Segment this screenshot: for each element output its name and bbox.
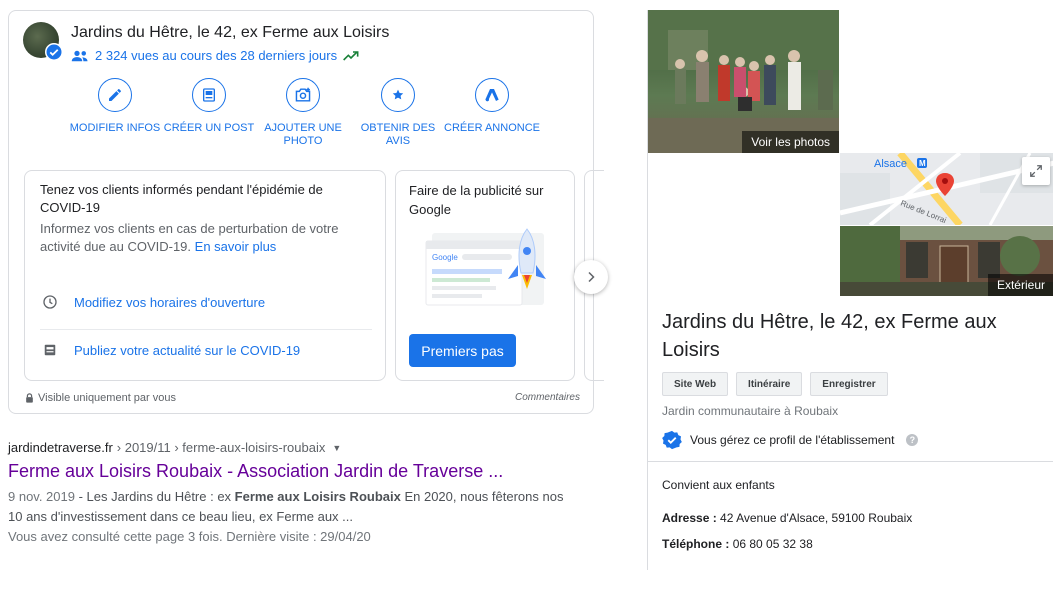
help-icon[interactable]: ? bbox=[906, 434, 919, 446]
address-label: Adresse : bbox=[662, 511, 717, 525]
rocket-illustration: Google bbox=[425, 228, 546, 306]
business-category: Jardin communautaire à Roubaix bbox=[662, 404, 839, 418]
business-profile-card: Jardins du Hêtre, le 42, ex Ferme aux Lo… bbox=[8, 10, 608, 414]
verified-badge-icon bbox=[45, 43, 63, 61]
covid-description-text: Informez vos clients en cas de perturbat… bbox=[40, 221, 339, 254]
edit-info-button[interactable]: MODIFIER INFOS bbox=[65, 78, 165, 135]
visibility-note: Visible uniquement par vous bbox=[25, 392, 176, 404]
snippet-highlight: Ferme aux Loisirs Roubaix bbox=[234, 489, 401, 504]
svg-text:M: M bbox=[919, 159, 926, 168]
create-ad-button[interactable]: CRÉER ANNONCE bbox=[442, 78, 542, 135]
main-photo[interactable]: Voir les photos bbox=[648, 10, 839, 153]
divider bbox=[40, 329, 372, 330]
get-started-button[interactable]: Premiers pas bbox=[409, 334, 516, 367]
chevron-right-icon bbox=[588, 271, 595, 283]
google-ads-icon bbox=[475, 78, 509, 112]
address-line: Adresse : 42 Avenue d'Alsace, 59100 Roub… bbox=[662, 511, 912, 525]
snippet-part: - Les Jardins du Hêtre : ex bbox=[74, 489, 235, 504]
covid-card-description: Informez vos clients en cas de perturbat… bbox=[40, 220, 350, 256]
business-name: Jardins du Hêtre, le 42, ex Ferme aux Lo… bbox=[71, 24, 390, 41]
expand-icon bbox=[1030, 165, 1042, 177]
visited-note: Vous avez consulté cette page 3 fois. De… bbox=[8, 529, 371, 544]
divider bbox=[648, 461, 1053, 462]
edit-icon bbox=[98, 78, 132, 112]
see-photos-label: Voir les photos bbox=[742, 131, 839, 153]
manage-profile-note: Vous gérez ce profil de l'établissement … bbox=[662, 430, 919, 450]
result-snippet: 9 nov. 2019 - Les Jardins du Hêtre : ex … bbox=[8, 487, 568, 527]
post-icon bbox=[40, 340, 60, 360]
result-title-link[interactable]: Ferme aux Loisirs Roubaix - Association … bbox=[8, 461, 568, 482]
google-ads-card: Faire de la publicité sur Google Google … bbox=[395, 170, 575, 381]
phone-label: Téléphone : bbox=[662, 537, 730, 551]
create-post-button[interactable]: CRÉER UN POST bbox=[159, 78, 259, 135]
result-url[interactable]: jardindetraverse.fr › 2019/11 › ferme-au… bbox=[8, 440, 568, 455]
panel-buttons: Site Web Itinéraire Enregistrer bbox=[662, 372, 888, 396]
action-label: CRÉER ANNONCE bbox=[444, 122, 540, 134]
publish-covid-news-label: Publiez votre actualité sur le COVID-19 bbox=[74, 342, 301, 358]
covid-update-card: Tenez vos clients informés pendant l'épi… bbox=[24, 170, 386, 381]
ads-card-title: Faire de la publicité sur Google bbox=[409, 183, 544, 217]
caret-down-icon[interactable]: ▼ bbox=[332, 443, 341, 453]
result-domain: jardindetraverse.fr bbox=[8, 440, 113, 455]
exterior-photo[interactable]: Extérieur bbox=[840, 226, 1053, 296]
action-label: OBTENIR DES AVIS bbox=[360, 122, 436, 147]
edit-hours-link[interactable]: Modifiez vos horaires d'ouverture bbox=[40, 292, 265, 312]
kid-friendly-attribute: Convient aux enfants bbox=[662, 478, 775, 492]
review-star-icon bbox=[381, 78, 415, 112]
action-label: CRÉER UN POST bbox=[163, 122, 255, 134]
carousel-next-button[interactable] bbox=[574, 260, 608, 294]
address-value[interactable]: 42 Avenue d'Alsace, 59100 Roubaix bbox=[720, 511, 912, 525]
verified-badge-icon bbox=[662, 430, 682, 450]
action-label: MODIFIER INFOS bbox=[69, 122, 161, 134]
save-button[interactable]: Enregistrer bbox=[810, 372, 888, 396]
map-thumbnail[interactable]: Alsace M Rue de Lorrai bbox=[840, 153, 1053, 225]
knowledge-panel: Voir les photos Alsace M Rue de Lorrai E… bbox=[647, 10, 1053, 570]
action-label: AJOUTER UNE PHOTO bbox=[264, 122, 342, 147]
publish-covid-news-link[interactable]: Publiez votre actualité sur le COVID-19 bbox=[40, 340, 300, 360]
business-avatar[interactable] bbox=[23, 22, 63, 61]
edit-hours-label: Modifiez vos horaires d'ouverture bbox=[74, 294, 266, 310]
expand-map-button[interactable] bbox=[1022, 157, 1050, 185]
add-photo-button[interactable]: AJOUTER UNE PHOTO bbox=[253, 78, 353, 148]
add-photo-icon bbox=[286, 78, 320, 112]
post-icon bbox=[192, 78, 226, 112]
website-button[interactable]: Site Web bbox=[662, 372, 729, 396]
comments-link[interactable]: Commentaires bbox=[515, 392, 580, 403]
directions-button[interactable]: Itinéraire bbox=[736, 372, 803, 396]
phone-line: Téléphone : 06 80 05 32 38 bbox=[662, 537, 813, 551]
people-icon bbox=[71, 50, 88, 61]
manage-profile-text: Vous gérez ce profil de l'établissement bbox=[690, 433, 895, 447]
google-logo-text: Google bbox=[432, 253, 458, 262]
covid-card-title: Tenez vos clients informés pendant l'épi… bbox=[40, 182, 323, 215]
clock-icon bbox=[40, 292, 60, 312]
phone-value[interactable]: 06 80 05 32 38 bbox=[733, 537, 813, 551]
result-path: › 2019/11 › ferme-aux-loisirs-roubaix bbox=[116, 440, 326, 455]
result-date: 9 nov. 2019 bbox=[8, 489, 75, 504]
lock-icon bbox=[26, 393, 33, 403]
trending-up-icon bbox=[343, 50, 359, 61]
learn-more-link[interactable]: En savoir plus bbox=[195, 239, 277, 254]
views-text: 2 324 vues au cours des 28 derniers jour… bbox=[95, 48, 338, 63]
panel-title: Jardins du Hêtre, le 42, ex Ferme aux Lo… bbox=[662, 311, 997, 361]
visibility-text: Visible uniquement par vous bbox=[38, 392, 176, 404]
get-reviews-button[interactable]: OBTENIR DES AVIS bbox=[348, 78, 448, 148]
exterior-label: Extérieur bbox=[987, 274, 1053, 296]
map-station-label: Alsace bbox=[874, 158, 907, 170]
views-stat[interactable]: 2 324 vues au cours des 28 derniers jour… bbox=[71, 48, 359, 63]
search-result: jardindetraverse.fr › 2019/11 › ferme-au… bbox=[8, 440, 568, 547]
